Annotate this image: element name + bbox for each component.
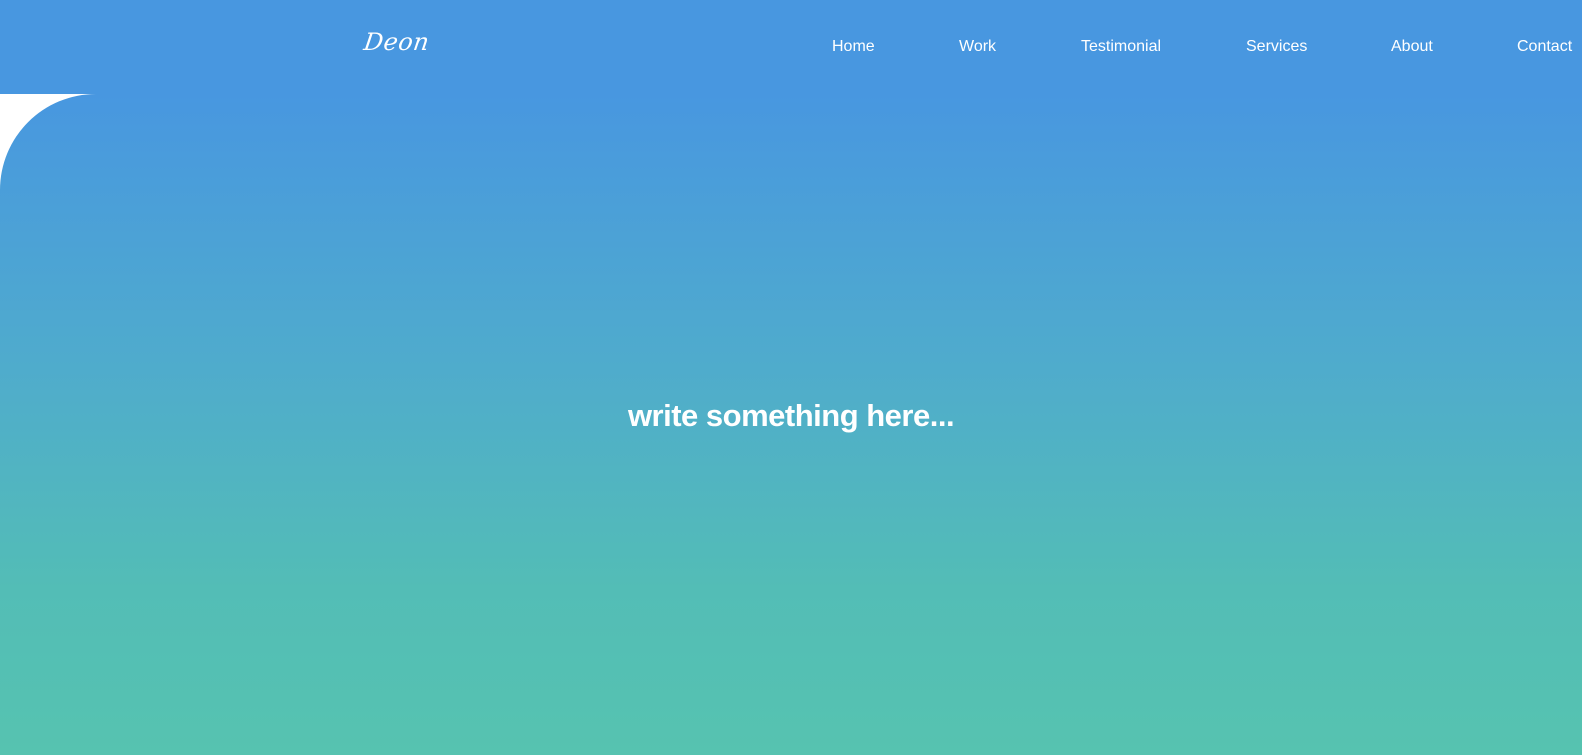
nav-item-home[interactable]: Home xyxy=(832,38,875,56)
nav-item-work[interactable]: Work xyxy=(959,38,996,56)
landing-page: Deon Home Work Testimonial Services Abou… xyxy=(0,0,1582,755)
hero-title: write something here... xyxy=(627,398,955,433)
nav-item-contact[interactable]: Contact xyxy=(1517,38,1572,56)
nav-item-about[interactable]: About xyxy=(1391,38,1433,56)
nav-item-services[interactable]: Services xyxy=(1246,38,1307,56)
header-bar xyxy=(0,0,1582,94)
nav-item-testimonial[interactable]: Testimonial xyxy=(1081,38,1161,56)
brand-logo[interactable]: Deon xyxy=(362,28,431,56)
